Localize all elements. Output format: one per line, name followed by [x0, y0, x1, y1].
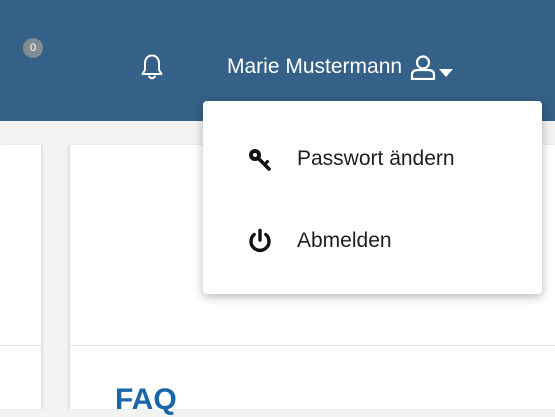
user-menu-toggle[interactable]: Marie Mustermann: [227, 50, 454, 84]
menu-item-label: Abmelden: [297, 229, 392, 252]
content-card-left: [0, 145, 42, 409]
menu-item-change-password[interactable]: Passwort ändern: [203, 129, 542, 189]
user-name: Marie Mustermann: [227, 55, 403, 78]
menu-item-label: Passwort ändern: [297, 147, 455, 170]
card-divider: [70, 345, 555, 346]
user-icon: [410, 54, 436, 81]
menu-item-logout[interactable]: Abmelden: [203, 211, 542, 271]
chevron-down-icon: [438, 61, 454, 77]
faq-heading-link[interactable]: FAQ: [115, 383, 177, 417]
card-divider: [0, 345, 41, 346]
notification-count-badge: 0: [23, 38, 43, 58]
user-dropdown-menu: Passwort ändern Abmelden: [203, 101, 542, 294]
notifications-button[interactable]: [140, 47, 168, 81]
key-icon: [246, 145, 274, 173]
power-icon: [246, 227, 274, 255]
bell-icon: [141, 54, 163, 80]
